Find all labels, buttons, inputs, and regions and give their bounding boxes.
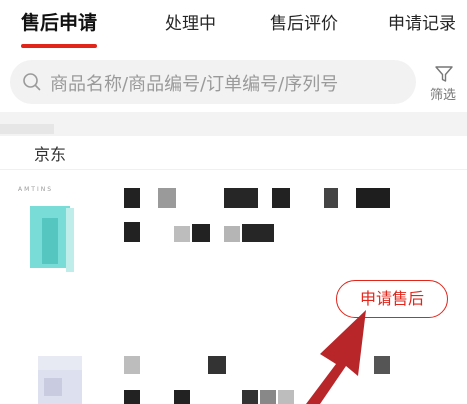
product-image-shape <box>44 378 62 396</box>
mosaic-block <box>224 188 258 208</box>
search-row: 商品名称/商品编号/订单编号/序列号 筛选 <box>0 50 467 112</box>
mosaic-block <box>242 224 274 242</box>
section-divider <box>0 112 467 136</box>
filter-button[interactable]: 筛选 <box>425 64 463 104</box>
tab-after-sale-review[interactable]: 售后评价 <box>270 9 338 34</box>
tab-after-sale-apply[interactable]: 售后申请 <box>21 8 97 35</box>
mosaic-block <box>272 188 290 208</box>
shop-header: 京东 <box>0 136 467 170</box>
mosaic-block <box>158 188 176 208</box>
thumbnail-brand-text: AMTINS <box>18 186 54 193</box>
mosaic-block <box>374 356 390 374</box>
product-image-shape <box>42 218 58 264</box>
mosaic-block <box>124 188 140 208</box>
redacted-product-title <box>124 188 394 244</box>
product-image-shape <box>38 356 82 370</box>
mosaic-block <box>174 226 190 242</box>
product-card: AMTINS 申请售后 <box>0 170 467 336</box>
mosaic-block <box>260 390 276 404</box>
apply-after-sale-button[interactable]: 申请售后 <box>336 280 448 318</box>
product-thumbnail[interactable]: AMTINS <box>18 184 78 280</box>
mosaic-block <box>124 390 140 404</box>
search-input[interactable]: 商品名称/商品编号/订单编号/序列号 <box>10 60 416 104</box>
mosaic-block <box>324 188 338 208</box>
mosaic-block <box>224 226 240 242</box>
mosaic-block <box>124 356 140 374</box>
product-image-shape <box>66 208 74 272</box>
redacted-product-title <box>124 356 394 404</box>
tab-apply-records[interactable]: 申请记录 <box>388 9 456 34</box>
search-icon <box>23 73 41 91</box>
search-placeholder: 商品名称/商品编号/订单编号/序列号 <box>50 74 339 95</box>
mosaic-block <box>192 224 210 242</box>
shop-name: 京东 <box>34 145 67 164</box>
active-tab-indicator <box>21 44 97 48</box>
filter-label: 筛选 <box>430 88 457 103</box>
mosaic-block <box>242 390 258 404</box>
mosaic-block <box>278 390 294 404</box>
product-thumbnail[interactable] <box>38 356 82 404</box>
filter-funnel-icon <box>435 66 453 82</box>
mosaic-block <box>356 188 390 208</box>
mosaic-block <box>124 222 140 242</box>
tab-bar: 售后申请 处理中 售后评价 申请记录 <box>0 0 467 50</box>
product-card <box>0 336 467 404</box>
tab-processing[interactable]: 处理中 <box>165 9 216 34</box>
redacted-strip <box>0 124 54 134</box>
mosaic-block <box>208 356 226 374</box>
mosaic-block <box>174 390 190 404</box>
